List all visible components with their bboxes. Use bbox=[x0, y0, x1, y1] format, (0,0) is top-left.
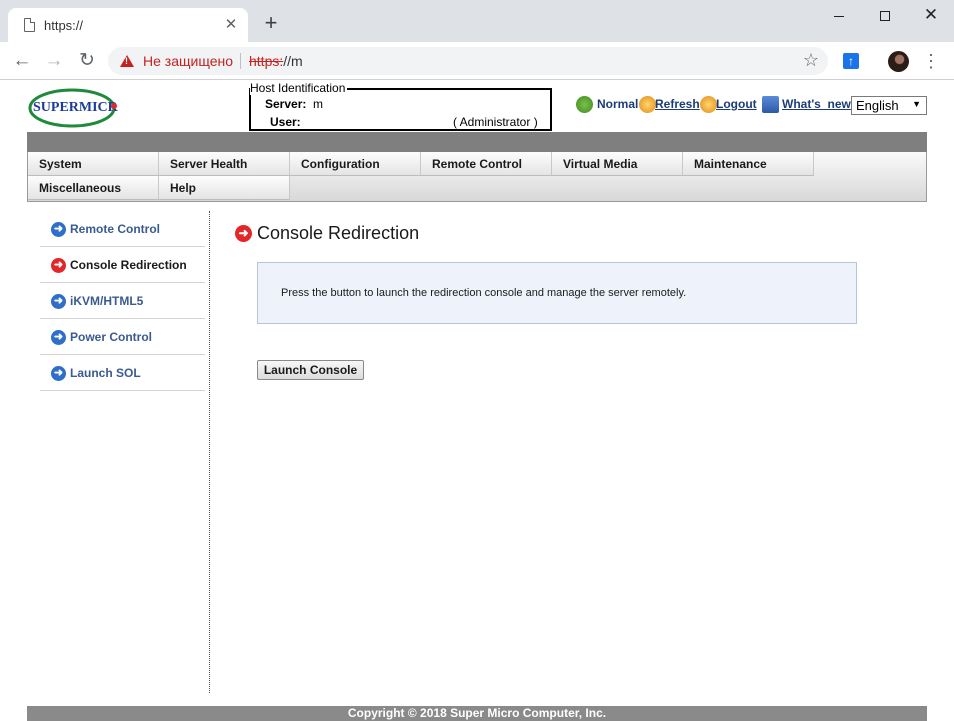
menu-remote-control[interactable]: Remote Control bbox=[421, 152, 552, 176]
address-bar[interactable]: Не защищено https://m ☆ bbox=[108, 47, 828, 75]
extension-icon[interactable]: ↑ bbox=[843, 53, 859, 69]
arrow-right-icon: ➜ bbox=[51, 330, 66, 345]
tab-title: https:// bbox=[44, 18, 84, 33]
document-icon bbox=[24, 18, 35, 32]
main-menu: System Server Health Configuration Remot… bbox=[27, 152, 927, 202]
url-text[interactable]: https://m bbox=[249, 53, 303, 69]
bookmark-star-icon[interactable]: ☆ bbox=[803, 50, 819, 71]
menu-configuration[interactable]: Configuration bbox=[290, 152, 421, 176]
reload-icon[interactable]: ↻ bbox=[75, 50, 99, 72]
browser-tab[interactable]: https:// ✕ bbox=[8, 8, 248, 42]
new-tab-icon[interactable]: + bbox=[260, 12, 282, 34]
sidebar-item-label: Power Control bbox=[70, 330, 153, 344]
refresh-link[interactable]: Refresh bbox=[655, 97, 700, 111]
menu-virtual-media[interactable]: Virtual Media bbox=[552, 152, 683, 176]
user-value: ( Administrator ) bbox=[453, 115, 538, 129]
menu-system[interactable]: System bbox=[28, 152, 159, 176]
server-value: m bbox=[313, 97, 323, 111]
monitor-icon[interactable] bbox=[762, 96, 779, 113]
arrow-right-icon: ➜ bbox=[51, 258, 66, 273]
ipmi-page: SUPERMICRO Server: m User: ( Administrat… bbox=[0, 81, 954, 721]
url-scheme: https: bbox=[249, 53, 284, 69]
refresh-icon[interactable] bbox=[639, 96, 656, 113]
url-host: //m bbox=[283, 53, 303, 69]
user-label: User: bbox=[270, 115, 301, 129]
menu-help[interactable]: Help bbox=[159, 176, 290, 200]
browser-titlebar: https:// ✕ + ✕ bbox=[0, 0, 954, 42]
arrow-right-icon: ➜ bbox=[51, 222, 66, 237]
sidebar-item-ikvm-html5[interactable]: ➜ iKVM/HTML5 bbox=[40, 283, 205, 319]
status-normal: Normal bbox=[597, 97, 639, 111]
check-icon bbox=[576, 96, 593, 113]
sidebar-item-label: Remote Control bbox=[70, 222, 160, 236]
sidebar-item-power-control[interactable]: ➜ Power Control bbox=[40, 319, 205, 355]
host-identification-legend: Host Identification bbox=[250, 81, 348, 95]
sidebar-item-console-redirection[interactable]: ➜ Console Redirection bbox=[40, 247, 205, 283]
sidebar-divider bbox=[209, 211, 210, 693]
sidebar-item-label: Launch SOL bbox=[70, 366, 141, 380]
server-label: Server: bbox=[265, 97, 307, 111]
info-text: Press the button to launch the redirecti… bbox=[281, 287, 687, 299]
menu-server-health[interactable]: Server Health bbox=[159, 152, 290, 176]
sidebar-item-label: iKVM/HTML5 bbox=[70, 294, 144, 308]
menu-miscellaneous[interactable]: Miscellaneous bbox=[28, 176, 159, 200]
maximize-button[interactable] bbox=[862, 0, 908, 30]
back-arrow-icon[interactable]: ← bbox=[10, 50, 34, 72]
whats-new-link[interactable]: What's_new bbox=[782, 97, 851, 111]
language-select[interactable]: English ▼ bbox=[851, 96, 927, 115]
sidebar-item-remote-control[interactable]: ➜ Remote Control bbox=[40, 211, 205, 247]
sidebar-item-label: Console Redirection bbox=[70, 258, 187, 272]
page-title: Console Redirection bbox=[257, 223, 420, 243]
not-secure-label[interactable]: Не защищено bbox=[143, 53, 233, 69]
launch-console-button[interactable]: Launch Console bbox=[257, 360, 364, 380]
arrow-right-icon: ➜ bbox=[51, 294, 66, 309]
minimize-button[interactable] bbox=[816, 0, 862, 30]
language-value: English bbox=[856, 98, 899, 113]
close-tab-icon[interactable]: ✕ bbox=[222, 16, 240, 34]
profile-avatar[interactable] bbox=[888, 51, 909, 72]
logout-icon[interactable] bbox=[700, 96, 717, 113]
browser-toolbar: ← → ↻ Не защищено https://m ☆ ↑ ⋮ bbox=[0, 42, 954, 80]
window-close-button[interactable]: ✕ bbox=[908, 0, 954, 30]
supermicro-logo: SUPERMICRO bbox=[28, 88, 118, 128]
browser-menu-icon[interactable]: ⋮ bbox=[922, 50, 940, 72]
arrow-right-icon: ➜ bbox=[235, 225, 252, 242]
info-box: Press the button to launch the redirecti… bbox=[257, 262, 857, 324]
header-band bbox=[27, 132, 927, 152]
footer-copyright: Copyright © 2018 Super Micro Computer, I… bbox=[27, 706, 927, 721]
sidebar-item-launch-sol[interactable]: ➜ Launch SOL bbox=[40, 355, 205, 391]
forward-arrow-icon[interactable]: → bbox=[42, 50, 66, 72]
warning-icon[interactable] bbox=[120, 55, 134, 67]
logout-link[interactable]: Logout bbox=[716, 97, 757, 111]
address-separator bbox=[240, 53, 241, 69]
dropdown-arrow-icon: ▼ bbox=[912, 99, 921, 109]
arrow-right-icon: ➜ bbox=[51, 366, 66, 381]
menu-maintenance[interactable]: Maintenance bbox=[683, 152, 814, 176]
svg-text:SUPERMICRO: SUPERMICRO bbox=[33, 100, 118, 115]
